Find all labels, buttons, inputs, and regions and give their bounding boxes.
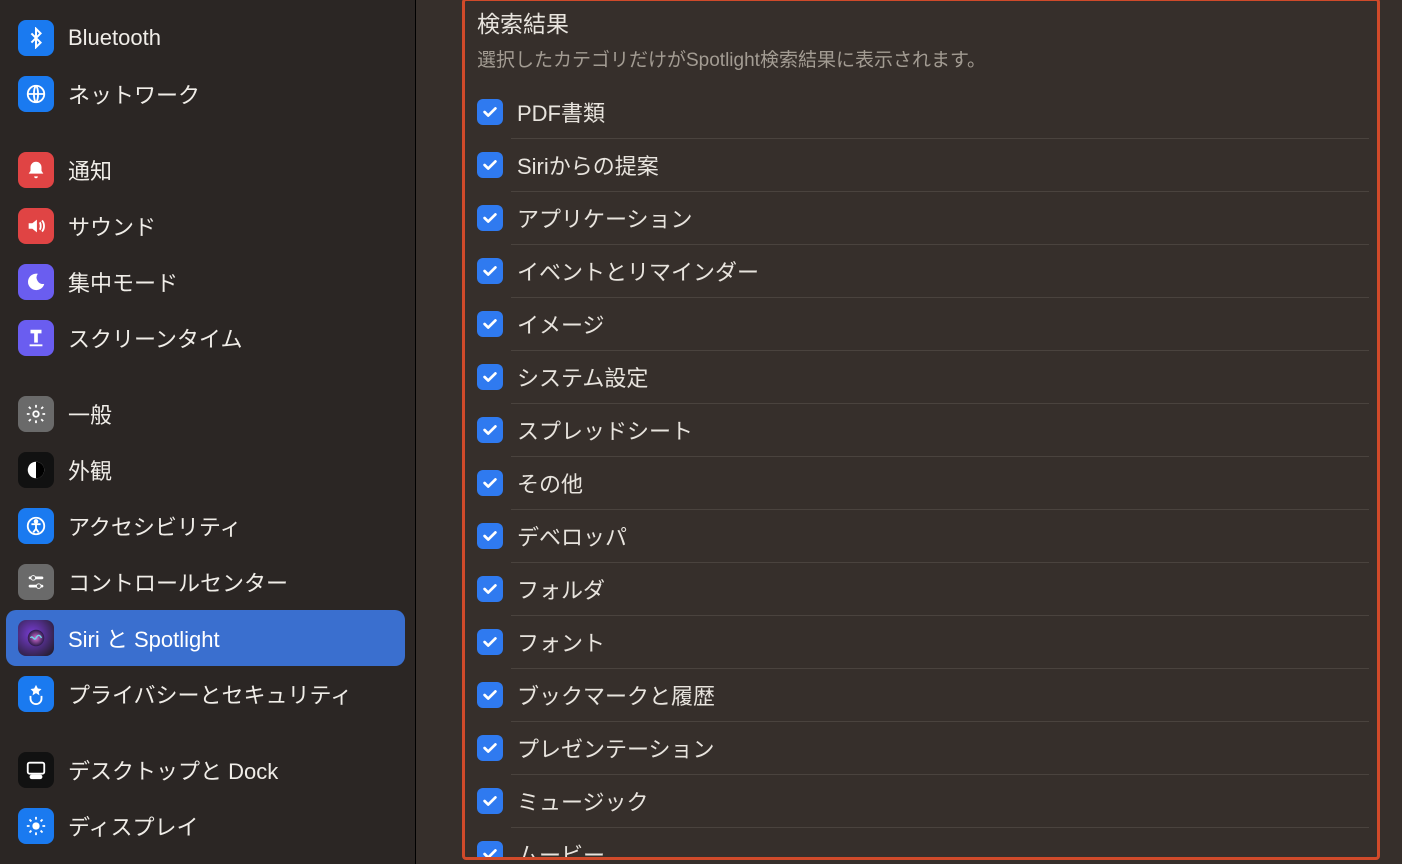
bluetooth-icon <box>18 20 54 56</box>
category-label: デベロッパ <box>517 520 627 552</box>
category-row[interactable]: ブックマークと履歴 <box>473 669 1369 721</box>
sidebar-item-label: 外観 <box>68 454 112 486</box>
sidebar-group: デスクトップと Dock ディスプレイ <box>6 742 405 854</box>
sidebar-item-label: ネットワーク <box>68 78 200 110</box>
sidebar-item-screentime[interactable]: スクリーンタイム <box>6 310 405 366</box>
checkbox[interactable] <box>477 99 503 125</box>
notif-icon <box>18 152 54 188</box>
category-row[interactable]: その他 <box>473 457 1369 509</box>
category-label: Siriからの提案 <box>517 149 659 181</box>
panel-title: 検索結果 <box>477 5 1365 39</box>
checkbox[interactable] <box>477 364 503 390</box>
category-label: ブックマークと履歴 <box>517 679 715 711</box>
category-row[interactable]: スプレッドシート <box>473 404 1369 456</box>
category-label: ムービー <box>517 838 605 860</box>
panel-header: 検索結果 選択したカテゴリだけがSpotlight検索結果に表示されます。 <box>473 3 1369 86</box>
sidebar-item-label: 通知 <box>68 154 112 186</box>
control-icon <box>18 564 54 600</box>
sidebar: Bluetooth ネットワーク通知サウンド集中モードスクリーンタイム一般外観アク… <box>0 0 416 864</box>
checkbox[interactable] <box>477 258 503 284</box>
category-row[interactable]: ムービー <box>473 828 1369 860</box>
display-icon <box>18 808 54 844</box>
sidebar-item-network[interactable]: ネットワーク <box>6 66 405 122</box>
category-label: アプリケーション <box>517 202 693 234</box>
sidebar-group: 通知サウンド集中モードスクリーンタイム <box>6 142 405 366</box>
category-label: フォント <box>517 626 605 658</box>
network-icon <box>18 76 54 112</box>
sidebar-item-label: プライバシーとセキュリティ <box>68 678 352 710</box>
sidebar-item-sound[interactable]: サウンド <box>6 198 405 254</box>
sidebar-item-label: サウンド <box>68 210 156 242</box>
sound-icon <box>18 208 54 244</box>
category-label: ミュージック <box>517 785 649 817</box>
checkbox[interactable] <box>477 470 503 496</box>
checkbox[interactable] <box>477 205 503 231</box>
sidebar-group: Bluetooth ネットワーク <box>6 10 405 122</box>
sidebar-item-label: Siri と Spotlight <box>68 622 220 654</box>
checkbox[interactable] <box>477 788 503 814</box>
sidebar-item-display[interactable]: ディスプレイ <box>6 798 405 854</box>
category-label: イメージ <box>517 308 605 340</box>
sidebar-item-label: デスクトップと Dock <box>68 754 278 786</box>
checkbox[interactable] <box>477 629 503 655</box>
sidebar-item-focus[interactable]: 集中モード <box>6 254 405 310</box>
screentime-icon <box>18 320 54 356</box>
checkbox[interactable] <box>477 682 503 708</box>
checkbox[interactable] <box>477 152 503 178</box>
sidebar-item-controlcenter[interactable]: コントロールセンター <box>6 554 405 610</box>
sidebar-item-label: Bluetooth <box>68 25 161 51</box>
focus-icon <box>18 264 54 300</box>
panel-subtitle: 選択したカテゴリだけがSpotlight検索結果に表示されます。 <box>477 45 1365 72</box>
category-row[interactable]: システム設定 <box>473 351 1369 403</box>
checkbox[interactable] <box>477 311 503 337</box>
category-label: その他 <box>517 467 583 499</box>
checkbox[interactable] <box>477 523 503 549</box>
category-row[interactable]: フォルダ <box>473 563 1369 615</box>
general-icon <box>18 396 54 432</box>
category-row[interactable]: デベロッパ <box>473 510 1369 562</box>
category-label: プレゼンテーション <box>517 732 715 764</box>
category-row[interactable]: PDF書類 <box>473 86 1369 138</box>
category-label: スプレッドシート <box>517 414 693 446</box>
sidebar-item-label: 集中モード <box>68 266 178 298</box>
sidebar-item-bluetooth[interactable]: Bluetooth <box>6 10 405 66</box>
sidebar-item-accessibility[interactable]: アクセシビリティ <box>6 498 405 554</box>
category-label: PDF書類 <box>517 96 605 128</box>
checkbox[interactable] <box>477 735 503 761</box>
search-results-panel: 検索結果 選択したカテゴリだけがSpotlight検索結果に表示されます。 PD… <box>462 0 1380 860</box>
checkbox[interactable] <box>477 576 503 602</box>
sidebar-group: 一般外観アクセシビリティコントロールセンター Siri と Spotlight プラ… <box>6 386 405 722</box>
sidebar-item-label: 一般 <box>68 398 112 430</box>
access-icon <box>18 508 54 544</box>
sidebar-item-desktop[interactable]: デスクトップと Dock <box>6 742 405 798</box>
category-label: システム設定 <box>517 361 648 393</box>
desktop-icon <box>18 752 54 788</box>
sidebar-item-label: スクリーンタイム <box>68 322 242 354</box>
checkbox[interactable] <box>477 841 503 860</box>
main-content: 検索結果 選択したカテゴリだけがSpotlight検索結果に表示されます。 PD… <box>416 0 1402 864</box>
sidebar-item-label: コントロールセンター <box>68 566 288 598</box>
category-label: フォルダ <box>517 573 605 605</box>
category-row[interactable]: イベントとリマインダー <box>473 245 1369 297</box>
category-checklist: PDF書類 Siriからの提案アプリケーションイベントとリマインダーイメージシステ… <box>473 86 1369 860</box>
category-row[interactable]: ミュージック <box>473 775 1369 827</box>
sidebar-item-notifications[interactable]: 通知 <box>6 142 405 198</box>
sidebar-item-privacy[interactable]: プライバシーとセキュリティ <box>6 666 405 722</box>
category-row[interactable]: プレゼンテーション <box>473 722 1369 774</box>
sidebar-item-label: アクセシビリティ <box>68 510 242 542</box>
sidebar-item-siri[interactable]: Siri と Spotlight <box>6 610 405 666</box>
category-label: イベントとリマインダー <box>517 255 759 287</box>
sidebar-item-appearance[interactable]: 外観 <box>6 442 405 498</box>
checkbox[interactable] <box>477 417 503 443</box>
sidebar-item-general[interactable]: 一般 <box>6 386 405 442</box>
category-row[interactable]: イメージ <box>473 298 1369 350</box>
category-row[interactable]: フォント <box>473 616 1369 668</box>
sidebar-item-label: ディスプレイ <box>68 810 198 842</box>
siri-icon <box>18 620 54 656</box>
category-row[interactable]: Siriからの提案 <box>473 139 1369 191</box>
category-row[interactable]: アプリケーション <box>473 192 1369 244</box>
privacy-icon <box>18 676 54 712</box>
appearance-icon <box>18 452 54 488</box>
